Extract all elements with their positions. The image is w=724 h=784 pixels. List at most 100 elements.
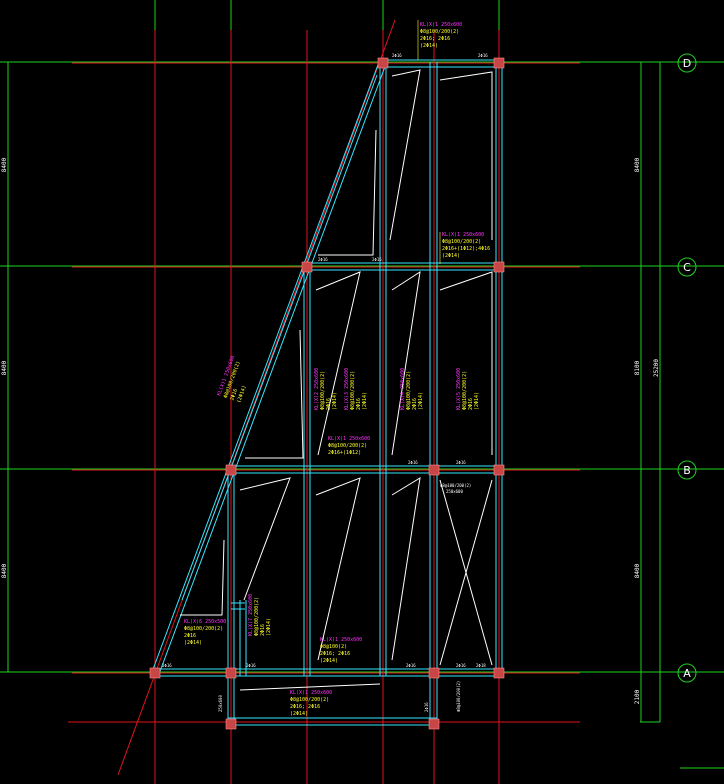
- annotation-low-left2: KL(X)7 250x600 Φ8@100/200(2) 2Φ16 (2Φ14): [248, 594, 272, 636]
- axis-bubble-b: B: [677, 460, 697, 480]
- ann-bottom-line3: 2Φ16; 2Φ16: [290, 704, 320, 710]
- rebar-label-12: 250x600: [218, 695, 223, 712]
- annotation-diagonal: KL(X)1 250x600 Φ8@100/200(2) 2Φ16 (2Φ14): [216, 355, 248, 404]
- ann-rb-line3: 2Φ16+(1Φ12): [328, 450, 361, 456]
- ann-bottom-line1: KL(X)1 250x600: [290, 690, 332, 696]
- beam-diagonal: [151, 61, 387, 675]
- rebar-label-14: Φ8@100/200(2): [456, 681, 461, 712]
- ann-br-line2: 250x600: [446, 489, 463, 494]
- column-a-6: [493, 667, 505, 679]
- rebar-d-2: [439, 71, 493, 240]
- ann-lm-line1: KL(X)1 250x600: [320, 637, 362, 643]
- rebar-b-4: [180, 539, 225, 616]
- axis-bubble-d: D: [677, 53, 697, 73]
- annotation-row-b: KL(X)1 250x600 Φ8@100/200(2) 2Φ16+(1Φ12): [328, 436, 370, 456]
- ann-lm-line2: Φ8@100(2): [320, 644, 347, 650]
- rebar-b-3: [391, 477, 421, 661]
- annotation-mid1: KL(X)2 250x600 Φ8@100/200(2) 2Φ16 (2Φ14): [314, 368, 338, 410]
- ann-rc-line2: Φ8@100/200(2): [442, 239, 481, 245]
- ann-top-line1: KL(X)1 250x600: [420, 22, 462, 28]
- annotation-bottom: KL(X)1 250x600 Φ8@100/200(2) 2Φ16; 2Φ16 …: [290, 690, 332, 717]
- annotation-mid4: KL(X)5 250x600 Φ8@100/200(2) 2Φ16 (2Φ14): [456, 368, 480, 410]
- axis-bubble-c: C: [677, 257, 697, 277]
- ann-top-line4: (2Φ14): [420, 43, 438, 49]
- rebar-label-9: 2Φ16: [406, 663, 416, 668]
- annotation-mid2: KL(X)3 250x600 Φ8@100/200(2) 2Φ16 (2Φ14): [344, 368, 368, 410]
- rebar-c-3: [439, 271, 493, 455]
- column-a-1: [149, 667, 161, 679]
- dimension-texts: 8400 8400 8400 8400 8100 8400 25200 2100: [1, 157, 660, 704]
- beam-diagonal-inner: [181, 74, 378, 601]
- column-d-3: [377, 57, 389, 69]
- ann-rc-line4: (2Φ14): [442, 253, 460, 259]
- rebar-label-13: 2Φ16: [424, 702, 429, 712]
- column-bottom-2: [225, 718, 237, 730]
- ann-ll2-line4: (2Φ14): [266, 618, 272, 636]
- rebar-label-2: 2Φ16: [478, 53, 488, 58]
- column-c-6: [493, 261, 505, 273]
- ann-top-line3: 2Φ16; 2Φ16: [420, 36, 450, 42]
- dim-right-1: 8400: [634, 157, 641, 172]
- rebar-b-1: [239, 477, 291, 601]
- annotation-low-left: KL(X)6 250x500 Φ8@100/200(2) 2Φ16 (2Φ14): [184, 619, 226, 646]
- ann-diag-line4: (2Φ14): [236, 385, 248, 404]
- structural-plan-drawing: D C B A 8400 8400 8400 8400 8100 8400 25…: [0, 0, 724, 784]
- rebar-label-6: 2Φ16: [456, 460, 466, 465]
- rebar-d-1: [389, 69, 421, 241]
- column-c-3: [301, 261, 313, 273]
- rebar-label-8: 2Φ16: [246, 663, 256, 668]
- column-b-2: [225, 464, 237, 476]
- ann-lm-line4: (2Φ14): [320, 658, 338, 664]
- axis-bubble-a: A: [677, 663, 697, 683]
- dim-left-1: 8400: [1, 157, 8, 172]
- ann-ll-line3: 2Φ16: [184, 633, 196, 639]
- rebar-label-7: 2Φ16: [162, 663, 172, 668]
- ann-top-line2: Φ8@100/200(2): [420, 29, 459, 35]
- ann-mid1-line4: (2Φ14): [332, 392, 338, 410]
- dim-right-total: 25200: [653, 359, 660, 377]
- rebar-b-2: [315, 477, 361, 661]
- ann-ll-line4: (2Φ14): [184, 640, 202, 646]
- axis-label-c: C: [683, 261, 691, 274]
- ann-bottom-line4: (2Φ14): [290, 711, 308, 717]
- axis-bubbles: D C B A: [677, 53, 697, 683]
- axis-label-d: D: [683, 57, 691, 70]
- column-a-2: [225, 667, 237, 679]
- column-d-6: [493, 57, 505, 69]
- dim-right-bottom: 2100: [634, 689, 641, 704]
- rebar-label-11: 2Φ18: [476, 663, 486, 668]
- column-b-6: [493, 464, 505, 476]
- green-horizontal-lines: [0, 61, 724, 769]
- ann-rb-line1: KL(X)1 250x600: [328, 436, 370, 442]
- rebar-label-4: 2Φ16: [372, 257, 382, 262]
- dim-left-3: 8400: [1, 563, 8, 578]
- annotation-row-c-right: KL(X)1 250x600 Φ8@100/200(2) 2Φ16+(1Φ12)…: [439, 232, 490, 264]
- annotation-b-right: Φ8@100/200(2) 250x600: [440, 483, 471, 494]
- rebar-label-5: 2Φ16: [408, 460, 418, 465]
- ann-ll-line2: Φ8@100/200(2): [184, 626, 223, 632]
- annotation-top: KL(X)1 250x600 Φ8@100/200(2) 2Φ16; 2Φ16 …: [417, 20, 462, 60]
- rebar-label-10: 2Φ16: [456, 663, 466, 668]
- ann-rc-line3: 2Φ16+(1Φ12);4Φ16: [442, 246, 490, 252]
- beam-short-h: [231, 602, 245, 610]
- annotation-low-mid: KL(X)1 250x600 Φ8@100(2) 2Φ16; 2Φ16 (2Φ1…: [320, 637, 362, 664]
- column-b-5: [428, 464, 440, 476]
- dim-right-3: 8400: [634, 563, 641, 578]
- ann-lm-line3: 2Φ16; 2Φ16: [320, 651, 350, 657]
- rebar-label-3: 2Φ16: [318, 257, 328, 262]
- rebar-c-1: [315, 271, 361, 456]
- column-bottom-5: [428, 718, 440, 730]
- column-a-5: [428, 667, 440, 679]
- axis-label-a: A: [683, 667, 691, 680]
- ann-ll-line1: KL(X)6 250x500: [184, 619, 226, 625]
- ann-mid2-line4: (2Φ14): [362, 392, 368, 410]
- rebar-label-1: 2Φ16: [392, 53, 402, 58]
- ann-bottom-line2: Φ8@100/200(2): [290, 697, 329, 703]
- ann-mid3-line4: (2Φ14): [418, 392, 424, 410]
- ann-mid4-line4: (2Φ14): [474, 392, 480, 410]
- ann-br-line1: Φ8@100/200(2): [440, 483, 471, 488]
- rebar-c-2: [391, 270, 421, 456]
- dim-right-2: 8100: [634, 360, 641, 375]
- ann-rc-line1: KL(X)1 250x600: [442, 232, 484, 238]
- annotation-mid3: KL(X)4 250x600 Φ8@100/200(2) 2Φ16 (2Φ14): [400, 368, 424, 410]
